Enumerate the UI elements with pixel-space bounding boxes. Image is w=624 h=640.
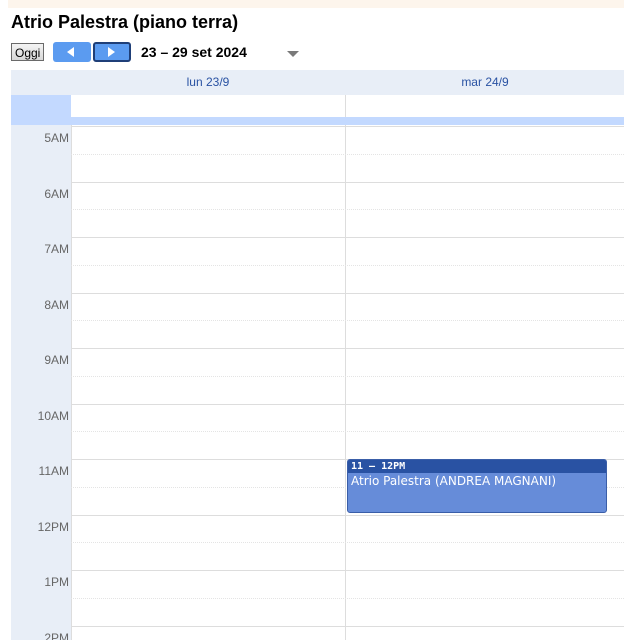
- chevron-right-icon: [108, 47, 115, 57]
- hour-label: 8AM: [44, 297, 69, 312]
- calendar-header: lun 23/9 mar 24/9: [11, 70, 624, 95]
- hour-label: 10AM: [37, 408, 69, 423]
- time-grid[interactable]: 5AM 6AM 7AM 8AM 9AM 10AM 11AM 12PM 1PM 2PM 11 – 1…: [11, 125, 624, 640]
- chevron-left-icon: [67, 47, 74, 57]
- top-strip: [8, 0, 624, 8]
- day-header-mon[interactable]: lun 23/9: [71, 70, 345, 95]
- hour-label: 9AM: [44, 353, 69, 367]
- hour-line: [71, 181, 624, 183]
- today-button[interactable]: Oggi: [11, 43, 45, 61]
- half-hour-line: [71, 320, 624, 322]
- hour-line: [71, 237, 624, 238]
- hour-label: 2PM: [44, 630, 69, 640]
- hour-line: [71, 403, 624, 405]
- half-hour-line: [71, 153, 624, 155]
- next-week-button[interactable]: [93, 42, 131, 62]
- date-range: 23 – 29 set 2024: [141, 44, 247, 60]
- half-hour-line: [71, 597, 624, 599]
- header-separator: [11, 117, 624, 125]
- column-separator: [345, 125, 346, 640]
- hour-label: 1PM: [44, 575, 69, 589]
- all-day-row[interactable]: [71, 95, 624, 117]
- hour-gutter: [11, 125, 71, 640]
- hour-label: 11AM: [38, 464, 69, 478]
- hour-line: [71, 292, 624, 294]
- half-hour-line: [71, 264, 624, 266]
- hour-line: [71, 126, 624, 127]
- hour-line: [71, 348, 624, 349]
- hour-label: 6AM: [44, 186, 69, 201]
- hour-label: 7AM: [44, 242, 69, 256]
- all-day-separator: [345, 95, 346, 117]
- hour-line: [71, 514, 624, 516]
- hour-label: 12PM: [37, 519, 69, 534]
- half-hour-line: [71, 209, 624, 211]
- half-hour-line: [71, 431, 624, 433]
- hour-line: [71, 570, 624, 571]
- week-calendar: lun 23/9 mar 24/9 5AM 6AM 7AM 8AM 9AM 10AM 11A…: [11, 70, 624, 640]
- page-title: Atrio Palestra (piano terra): [11, 12, 239, 32]
- calendar-event[interactable]: 11 – 12PM Atrio Palestra (ANDREA MAGNANI…: [347, 459, 607, 513]
- event-time: 11 – 12PM: [348, 460, 606, 473]
- event-title: Atrio Palestra (ANDREA MAGNANI): [351, 474, 557, 488]
- half-hour-line: [71, 375, 624, 377]
- half-hour-line: [71, 542, 624, 544]
- column-separator: [71, 125, 72, 640]
- hour-label: 5AM: [44, 131, 69, 145]
- caret-down-icon[interactable]: [287, 51, 299, 57]
- day-header-tue[interactable]: mar 24/9: [346, 70, 624, 95]
- prev-week-button[interactable]: [53, 42, 91, 62]
- hour-line: [71, 625, 624, 627]
